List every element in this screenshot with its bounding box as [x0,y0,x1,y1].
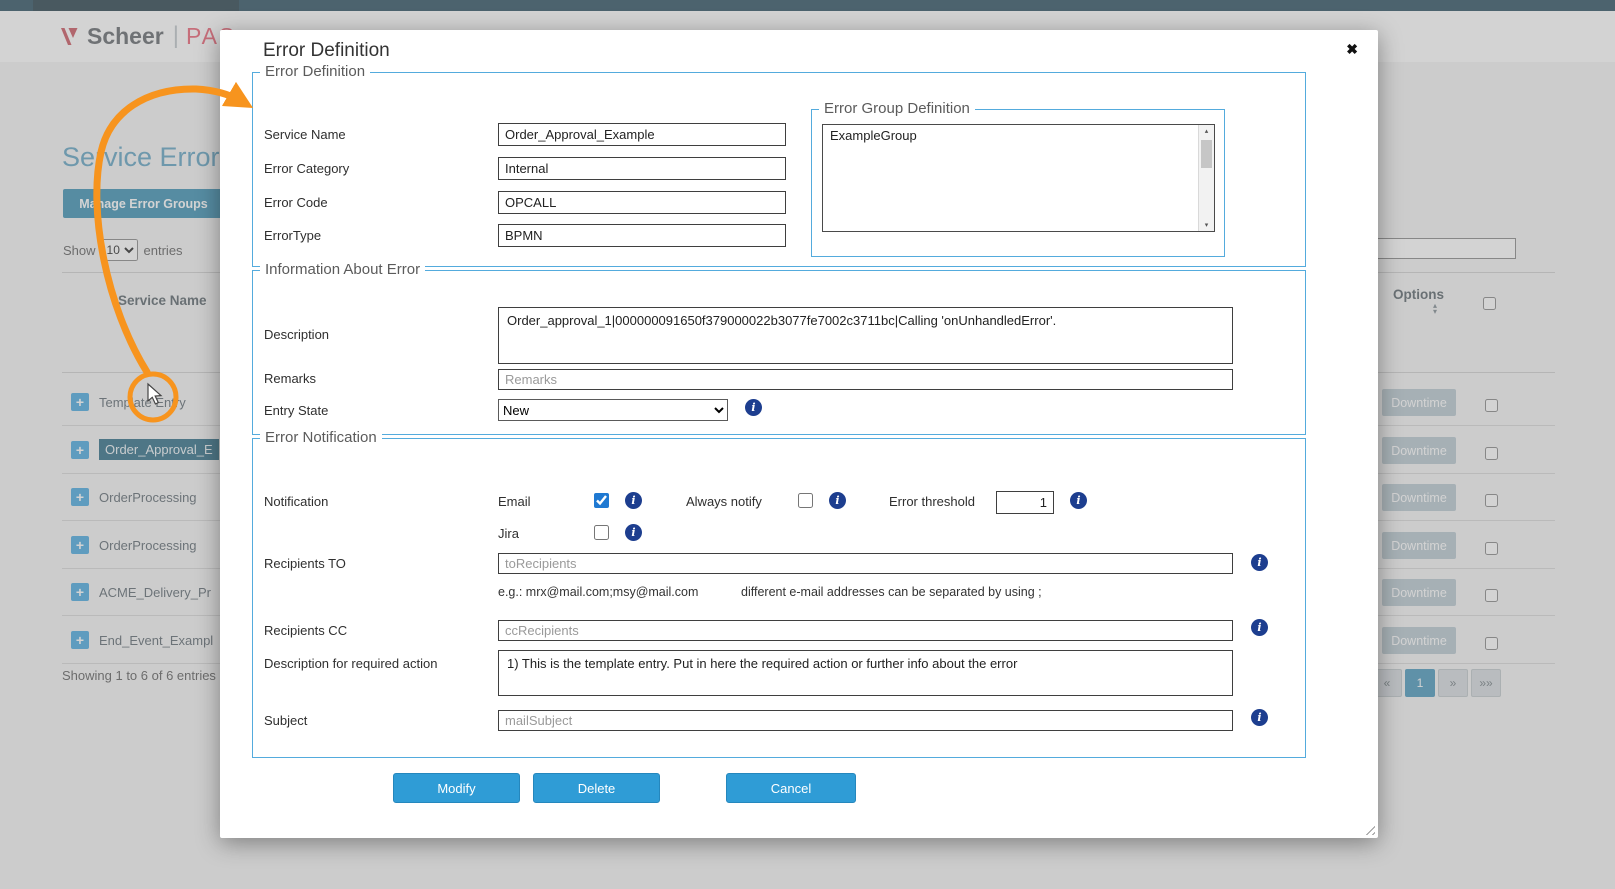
error-definition-modal: Error Definition ✖ Error Definition Serv… [220,30,1378,838]
error-threshold-label: Error threshold [889,490,975,514]
always-notify-label: Always notify [686,490,762,514]
required-action-label: Description for required action [264,652,437,676]
email-checkbox[interactable] [594,493,609,508]
entry-state-label: Entry State [264,399,328,423]
error-threshold-info-icon[interactable]: i [1070,492,1087,509]
remarks-field[interactable] [498,369,1233,390]
information-about-error-section: Information About Error Description Orde… [252,270,1306,435]
error-code-field[interactable] [498,191,786,214]
always-notify-info-icon[interactable]: i [829,492,846,509]
recipients-hint-example: e.g.: mrx@mail.com;msy@mail.com [498,585,698,599]
error-code-label: Error Code [264,191,328,215]
error-category-label: Error Category [264,157,349,181]
service-name-field[interactable] [498,123,786,146]
remarks-label: Remarks [264,367,316,391]
entry-state-select[interactable]: New [498,399,728,421]
recipients-to-field[interactable] [498,553,1233,574]
close-icon[interactable]: ✖ [1340,40,1364,59]
jira-label: Jira [498,522,519,546]
error-type-label: ErrorType [264,224,321,248]
error-type-field[interactable] [498,224,786,247]
scrollbar-thumb[interactable] [1201,140,1212,168]
cancel-button[interactable]: Cancel [726,773,856,803]
screen: Scheer | PAS Service Error Li Manage Err… [0,0,1615,889]
modal-title: Error Definition [263,40,390,62]
notification-label: Notification [264,490,328,514]
always-notify-checkbox[interactable] [798,493,813,508]
error-group-option[interactable]: ExampleGroup [823,125,1214,146]
recipients-to-label: Recipients TO [264,552,346,576]
delete-button[interactable]: Delete [533,773,660,803]
error-category-field[interactable] [498,157,786,180]
jira-info-icon[interactable]: i [625,524,642,541]
description-label: Description [264,323,329,347]
error-notification-section: Error Notification Notification Email i … [252,438,1306,758]
error-notification-legend: Error Notification [260,429,382,446]
recipients-cc-label: Recipients CC [264,619,347,643]
error-group-section: Error Group Definition ExampleGroup ▴ ▾ [811,109,1225,257]
email-label: Email [498,490,531,514]
recipients-hint-text: different e-mail addresses can be separa… [741,585,1042,599]
scroll-down-icon[interactable]: ▾ [1205,221,1209,229]
subject-label: Subject [264,709,307,733]
error-group-legend: Error Group Definition [819,100,975,117]
listbox-scrollbar[interactable]: ▴ ▾ [1198,125,1214,231]
recipients-to-info-icon[interactable]: i [1251,554,1268,571]
error-group-listbox[interactable]: ExampleGroup ▴ ▾ [822,124,1215,232]
subject-info-icon[interactable]: i [1251,709,1268,726]
service-name-label: Service Name [264,123,346,147]
entry-state-info-icon[interactable]: i [745,399,762,416]
modify-button[interactable]: Modify [393,773,520,803]
email-info-icon[interactable]: i [625,492,642,509]
modal-resize-handle[interactable] [1362,822,1375,835]
information-about-error-legend: Information About Error [260,261,425,278]
recipients-cc-info-icon[interactable]: i [1251,619,1268,636]
jira-checkbox[interactable] [594,525,609,540]
description-textarea[interactable]: Order_approval_1|000000091650f379000022b… [498,307,1233,364]
error-threshold-field[interactable] [996,491,1054,514]
recipients-cc-field[interactable] [498,620,1233,641]
scroll-up-icon[interactable]: ▴ [1205,127,1209,135]
error-definition-section: Error Definition Service Name Error Cate… [252,72,1306,267]
error-definition-legend: Error Definition [260,63,370,80]
required-action-textarea[interactable]: 1) This is the template entry. Put in he… [498,650,1233,696]
subject-field[interactable] [498,710,1233,731]
